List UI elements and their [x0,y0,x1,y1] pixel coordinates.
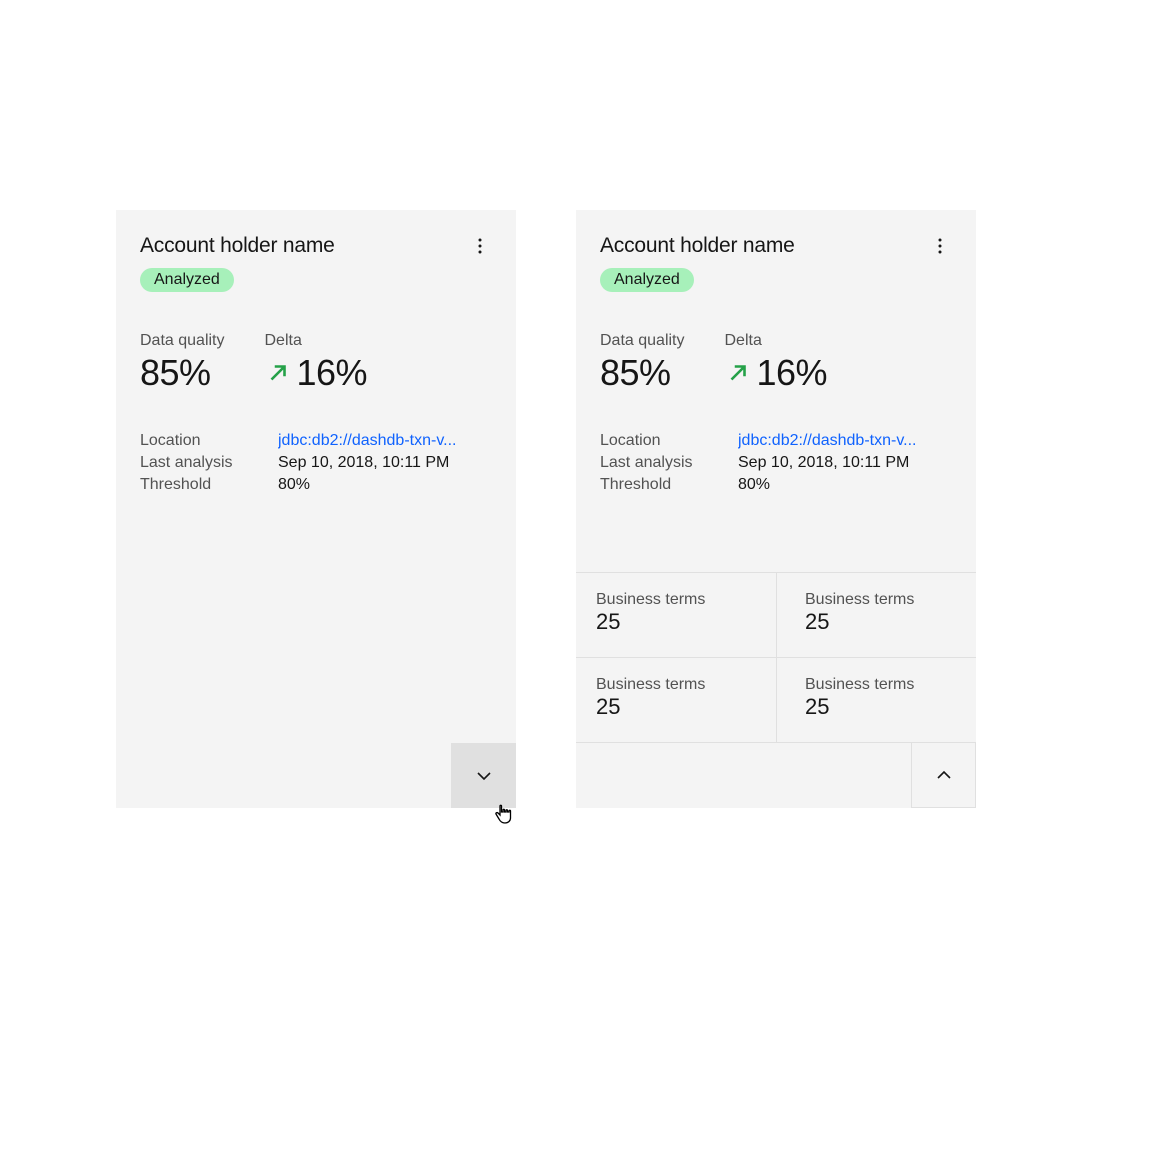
overflow-menu-button[interactable] [468,234,492,258]
data-quality-card-expanded: Account holder name Analyzed Data qualit… [576,210,976,808]
detail-label: Last analysis [600,454,738,472]
business-term-cell: Business terms 25 [776,572,976,657]
business-term-value: 25 [596,609,756,635]
card-title: Account holder name [140,234,335,258]
detail-label: Last analysis [140,454,278,472]
detail-label: Location [600,432,738,450]
business-term-cell: Business terms 25 [576,657,776,742]
metric-label: Delta [265,332,368,350]
detail-threshold: Threshold 80% [140,476,492,494]
overflow-menu-vertical-icon [478,238,482,254]
metric-label: Data quality [600,332,685,350]
status-badge: Analyzed [140,268,234,292]
chevron-down-icon [476,768,492,784]
arrow-up-right-icon [725,360,751,386]
cursor-pointer-icon [491,800,519,828]
chevron-up-icon [936,767,952,783]
metric-data-quality: Data quality 85% [140,332,225,394]
metric-data-quality: Data quality 85% [600,332,685,394]
detail-value: Sep 10, 2018, 10:11 PM [738,454,909,472]
metric-delta: Delta 16% [265,332,368,394]
business-term-value: 25 [805,609,956,635]
metric-value: 16% [265,352,368,394]
business-term-cell: Business terms 25 [776,657,976,742]
details-row: Location jdbc:db2://dashdb-txn-v... Last… [116,394,516,522]
metric-value: 85% [140,352,225,394]
badge-row: Analyzed [116,258,516,292]
expand-button[interactable] [451,743,516,808]
metrics-row: Data quality 85% Delta 16% [116,292,516,394]
detail-label: Threshold [600,476,738,494]
metric-value: 85% [600,352,685,394]
detail-label: Location [140,432,278,450]
status-badge: Analyzed [600,268,694,292]
arrow-up-right-icon [265,360,291,386]
data-quality-card-collapsed: Account holder name Analyzed Data qualit… [116,210,516,808]
business-term-label: Business terms [596,676,756,694]
metric-value: 16% [725,352,828,394]
business-term-label: Business terms [805,591,956,609]
location-link[interactable]: jdbc:db2://dashdb-txn-v... [738,432,916,450]
business-terms-grid: Business terms 25 Business terms 25 Busi… [576,572,976,742]
detail-value: Sep 10, 2018, 10:11 PM [278,454,449,472]
badge-row: Analyzed [576,258,976,292]
detail-last-analysis: Last analysis Sep 10, 2018, 10:11 PM [140,454,492,472]
details-row: Location jdbc:db2://dashdb-txn-v... Last… [576,394,976,522]
metric-label: Data quality [140,332,225,350]
overflow-menu-vertical-icon [938,238,942,254]
metric-label: Delta [725,332,828,350]
metric-delta: Delta 16% [725,332,828,394]
detail-value: 80% [738,476,770,494]
collapse-row [576,742,976,808]
detail-threshold: Threshold 80% [600,476,952,494]
business-term-value: 25 [596,694,756,720]
business-term-label: Business terms [596,591,756,609]
delta-value: 16% [757,352,828,394]
delta-value: 16% [297,352,368,394]
collapse-button[interactable] [911,743,976,808]
card-header: Account holder name [116,210,516,258]
detail-location: Location jdbc:db2://dashdb-txn-v... [140,432,492,450]
business-term-value: 25 [805,694,956,720]
overflow-menu-button[interactable] [928,234,952,258]
detail-label: Threshold [140,476,278,494]
metrics-row: Data quality 85% Delta 16% [576,292,976,394]
location-link[interactable]: jdbc:db2://dashdb-txn-v... [278,432,456,450]
business-term-cell: Business terms 25 [576,572,776,657]
business-term-label: Business terms [805,676,956,694]
card-title: Account holder name [600,234,795,258]
detail-location: Location jdbc:db2://dashdb-txn-v... [600,432,952,450]
detail-value: 80% [278,476,310,494]
detail-last-analysis: Last analysis Sep 10, 2018, 10:11 PM [600,454,952,472]
card-header: Account holder name [576,210,976,258]
